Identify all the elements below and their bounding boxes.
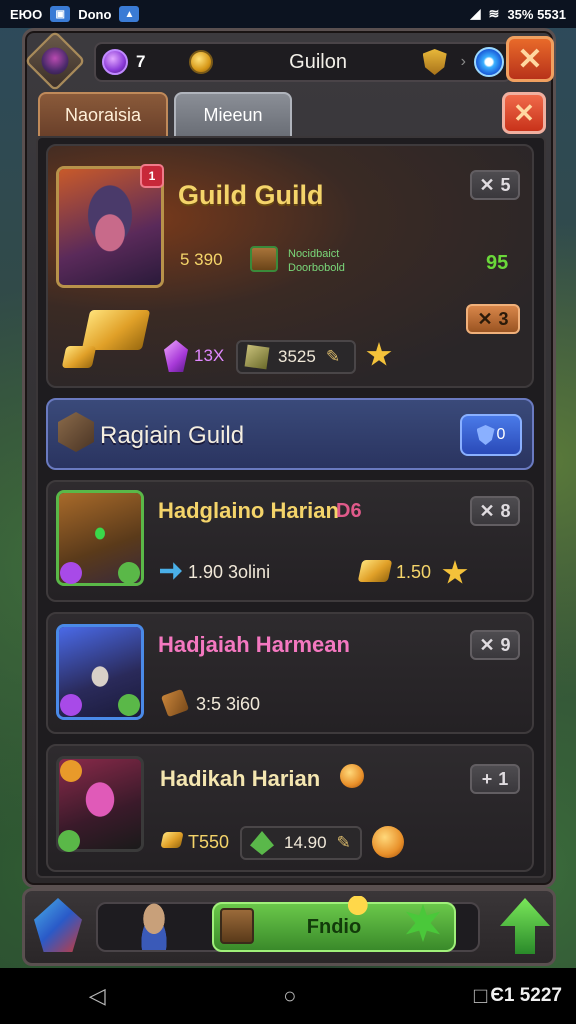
shield-icon [422,49,447,75]
member-resource: 14.90 [284,833,327,852]
coin-icon [189,50,214,74]
cross-swords-icon: ✕ [479,634,495,655]
notification-badge: 1 [140,164,164,188]
pencil-icon: ✎ [325,347,341,366]
wand-icon [334,896,368,942]
member-gold: 1.50 [396,562,432,582]
member-stat: 1.90 3olini [188,562,271,582]
banner-join-button[interactable]: 0 [460,414,522,456]
leaf-icon [58,830,80,852]
member-stat: 3:5 3i60 [196,694,261,714]
close-panel-button[interactable]: ✕ [502,92,546,134]
resource-box: 3525 ✎ [236,340,356,374]
chest-icon [220,908,254,944]
rank-value: 9 [500,634,511,655]
character-button[interactable] [132,898,176,950]
gold-bar-icon [357,560,393,582]
orange-coin-icon [372,826,404,858]
gold-bar-icon [81,310,151,350]
cube-icon [244,344,270,370]
guild-gold-stat: 5 390 [180,250,223,269]
shield-icon [476,425,495,445]
gem-amount: 13X [194,346,225,365]
gem-icon [102,49,128,75]
gold-bar-icon [160,832,184,848]
banner-button-value: 0 [496,426,506,443]
check-icon [118,562,140,584]
member-stat: T550 [188,832,230,852]
coin-icon [60,760,82,782]
rank-pill: ✕ 5 [470,170,520,200]
banner-title: Ragiain Guild [100,422,245,449]
close-icon: ✕ [517,42,543,76]
member-name: Hadglaino Harian [158,498,339,523]
purple-gem-icon [60,562,82,584]
rank-value: 8 [500,500,511,521]
battery-time: 35% 5531 [507,6,566,22]
app-icon: ▲ [119,6,140,22]
tab-mieeun[interactable]: Mieeun [174,92,292,136]
chest-icon [250,246,278,272]
member-tag: D6 [336,500,362,522]
resource-amount: 3525 [278,347,316,366]
avatar-face-icon [41,47,69,75]
purple-gem-icon [60,694,82,716]
gold-bar-small-icon [61,346,97,368]
rank-value: 5 [500,174,511,195]
resource-box: 14.90 ✎ [240,826,362,860]
status-carrier: Dono [78,6,112,22]
system-time: Є1 5227 [490,985,562,1006]
rank-value: 1 [498,768,509,789]
coin-icon [340,764,364,788]
tab-naoraisia[interactable]: Naoraisia [38,92,168,136]
orb-icon[interactable] [474,47,504,77]
status-bar: ЕЮО ▣ Dono ▲ ◢ ≋ 35% 5531 [0,0,576,28]
cross-swords-icon: ✕ [479,174,495,195]
level-value: 3 [498,308,509,329]
plus-icon: + [481,768,493,789]
leaf-icon [250,831,274,855]
player-avatar[interactable] [24,30,86,92]
member-name: Hadikah Harian [160,766,321,791]
back-button[interactable]: ◁ [89,983,106,1009]
tab-label: Naoraisia [64,104,142,125]
rank-pill: + 1 [470,764,520,794]
notification-icon: ▣ [50,6,71,22]
guild-name: Guild Guild [178,180,324,210]
guild-green-value: 95 [486,252,509,274]
level-pill: ✕ 3 [466,304,520,334]
chevron-right-icon: › [460,53,466,70]
rank-pill: ✕ 9 [470,630,520,660]
rank-pill: ✕ 8 [470,496,520,526]
pencil-icon: ✎ [336,833,351,852]
check-icon [118,694,140,716]
tab-label: Mieeun [203,104,263,125]
member-name: Hadjaiah Harmean [158,632,350,657]
close-icon: ✕ [513,97,535,128]
wifi-icon: ≋ [488,6,500,21]
cross-swords-icon: ✕ [477,308,493,329]
close-window-button[interactable]: ✕ [506,36,554,82]
status-left-text: ЕЮО [10,6,43,22]
recents-button[interactable]: □ [474,983,487,1009]
guild-desc-line1: Nocidbaict [288,248,340,260]
gem-count: 7 [136,52,146,71]
cross-swords-icon: ✕ [479,500,495,521]
guild-desc-line2: Doorbobold [288,262,345,274]
window-title: Guilon [289,50,347,73]
signal-icon: ◢ [470,6,481,21]
home-button[interactable]: ○ [283,983,296,1009]
resource-bar: 7 Guilon › [94,42,512,82]
top-bar: 7 Guilon › [24,30,556,92]
